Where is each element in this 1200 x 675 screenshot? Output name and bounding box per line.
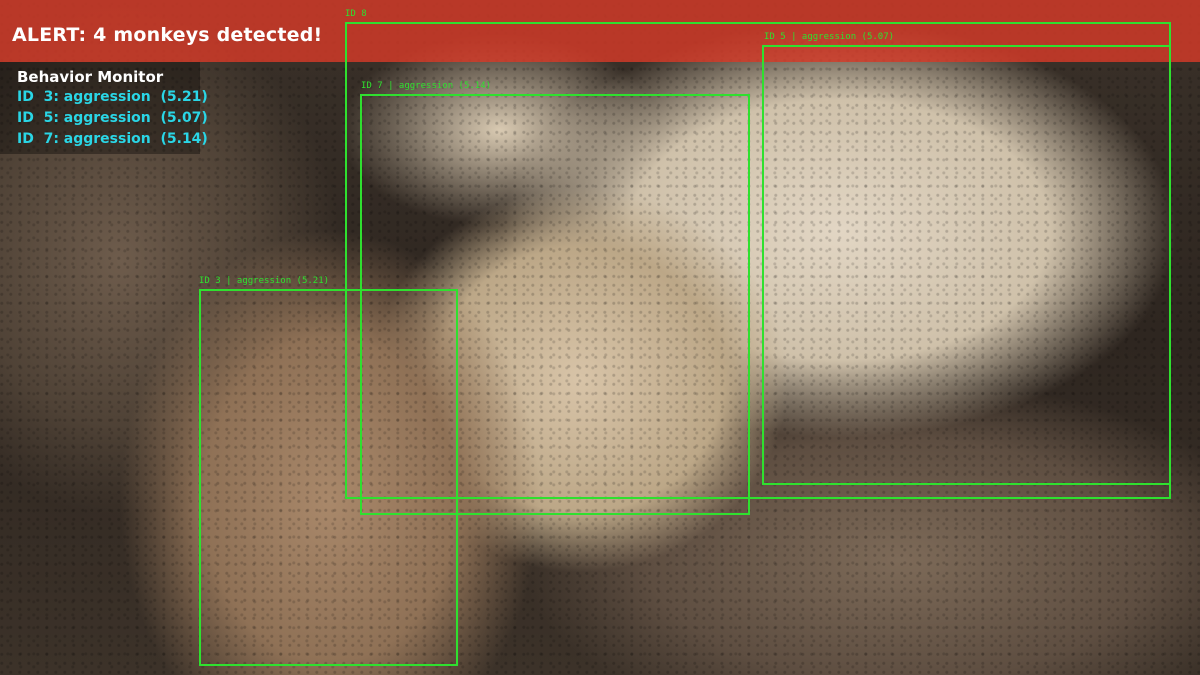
monitor-line-id5: ID 5: aggression (5.07) — [17, 110, 208, 126]
behavior-monitor-title: Behavior Monitor — [17, 68, 164, 86]
detection-label-id5: ID 5 | aggression (5.07) — [764, 32, 895, 42]
video-frame: ALERT: 4 monkeys detected! Behavior Moni… — [0, 0, 1200, 675]
detection-box-id5 — [762, 45, 1171, 485]
monitor-line-id7: ID 7: aggression (5.14) — [17, 131, 208, 147]
detection-label-id3: ID 3 | aggression (5.21) — [199, 276, 330, 286]
monitor-line-id3: ID 3: aggression (5.21) — [17, 89, 208, 105]
detection-box-id3 — [199, 289, 458, 666]
detection-label-id7: ID 7 | aggression (5.14) — [361, 81, 492, 91]
alert-text: ALERT: 4 monkeys detected! — [12, 24, 323, 46]
detection-label-id8: ID 8 — [345, 9, 367, 19]
